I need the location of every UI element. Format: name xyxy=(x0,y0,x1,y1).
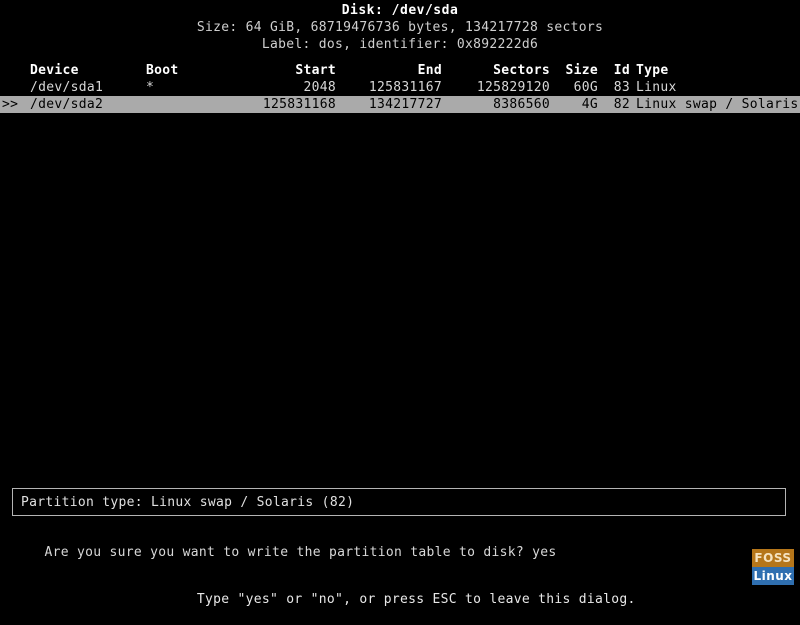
partition-type-text: Partition type: Linux swap / Solaris (82… xyxy=(21,494,355,510)
row-size: 60G xyxy=(573,80,598,95)
table-row[interactable]: /dev/sda1 * 2048 125831167 125829120 60G… xyxy=(0,79,800,96)
row-device: /dev/sda1 xyxy=(30,80,104,95)
row-type: Linux xyxy=(636,80,677,95)
disk-header: Disk: /dev/sda Size: 64 GiB, 68719476736… xyxy=(0,0,800,53)
row-type: Linux swap / Solaris xyxy=(636,97,799,112)
column-header-type: Type xyxy=(636,63,669,78)
row-sectors: 8386560 xyxy=(493,97,550,112)
row-start: 2048 xyxy=(303,80,336,95)
column-header-sectors: Sectors xyxy=(493,63,550,78)
column-header-device: Device xyxy=(30,63,79,78)
disk-size-line: Size: 64 GiB, 68719476736 bytes, 1342177… xyxy=(196,20,604,35)
row-sectors: 125829120 xyxy=(476,80,550,95)
watermark-foss-text: FOSS xyxy=(752,549,794,567)
fosslinux-watermark: FOSS Linux xyxy=(752,549,794,585)
table-header-row: Device Boot Start End Sectors Size Id Ty… xyxy=(0,62,800,79)
partition-type-info-box: Partition type: Linux swap / Solaris (82… xyxy=(12,488,786,516)
row-id: 83 xyxy=(613,80,630,95)
row-size: 4G xyxy=(581,97,598,112)
disk-title: Disk: /dev/sda xyxy=(341,3,459,18)
cfdisk-screen: Disk: /dev/sda Size: 64 GiB, 68719476736… xyxy=(0,0,800,607)
column-header-id: Id xyxy=(613,63,630,78)
row-boot-flag: * xyxy=(146,80,155,95)
row-id: 82 xyxy=(613,97,630,112)
write-confirmation-prompt[interactable]: Are you sure you want to write the parti… xyxy=(12,527,557,578)
watermark-linux-text: Linux xyxy=(752,567,794,585)
partition-table: Device Boot Start End Sectors Size Id Ty… xyxy=(0,62,800,113)
row-end: 125831167 xyxy=(368,80,442,95)
row-start: 125831168 xyxy=(262,97,336,112)
row-selection-marker: >> xyxy=(2,97,19,112)
column-header-end: End xyxy=(417,63,442,78)
row-device: /dev/sda2 xyxy=(30,97,104,112)
column-header-boot: Boot xyxy=(146,63,179,78)
column-header-start: Start xyxy=(295,63,336,78)
disk-label-line: Label: dos, identifier: 0x892222d6 xyxy=(261,37,539,52)
column-header-size: Size xyxy=(565,63,598,78)
prompt-text: Are you sure you want to write the parti… xyxy=(44,545,557,560)
row-end: 134217727 xyxy=(368,97,442,112)
table-row-selected[interactable]: >> /dev/sda2 125831168 134217727 8386560… xyxy=(0,96,800,113)
